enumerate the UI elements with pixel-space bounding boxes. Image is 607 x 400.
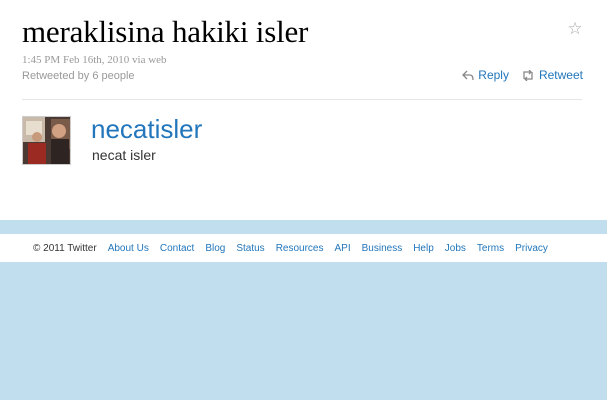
footer-link-status[interactable]: Status	[236, 243, 264, 254]
tweet-text: meraklisina hakiki isler	[22, 14, 309, 49]
footer-link-help[interactable]: Help	[413, 243, 434, 254]
copyright: © 2011 Twitter	[33, 242, 97, 254]
reply-label: Reply	[478, 68, 509, 82]
footer: © 2011 Twitter About Us Contact Blog Sta…	[0, 234, 607, 262]
footer-link-jobs[interactable]: Jobs	[445, 243, 466, 254]
footer-link-business[interactable]: Business	[362, 243, 403, 254]
divider	[22, 99, 582, 100]
reply-button[interactable]: Reply	[462, 68, 509, 82]
avatar[interactable]	[22, 116, 71, 165]
footer-link-api[interactable]: API	[335, 243, 351, 254]
retweet-label: Retweet	[538, 68, 583, 82]
footer-link-terms[interactable]: Terms	[477, 243, 504, 254]
retweet-button[interactable]: Retweet	[521, 68, 583, 82]
tweet-actions: Reply Retweet	[462, 68, 583, 82]
real-name: necat isler	[92, 147, 156, 163]
footer-link-resources[interactable]: Resources	[276, 243, 324, 254]
tweet-meta: 1:45 PM Feb 16th, 2010 via web	[22, 54, 167, 66]
favorite-star-icon[interactable]: ☆	[566, 20, 584, 38]
footer-link-privacy[interactable]: Privacy	[515, 243, 548, 254]
tweet-card: meraklisina hakiki isler ☆ 1:45 PM Feb 1…	[0, 0, 607, 220]
retweet-icon	[523, 69, 533, 81]
retweeted-by: Retweeted by 6 people	[22, 70, 135, 82]
footer-link-contact[interactable]: Contact	[160, 243, 194, 254]
screen-name-link[interactable]: necatisler	[91, 114, 202, 145]
reply-icon	[462, 70, 474, 80]
footer-spacer	[0, 220, 607, 234]
footer-link-blog[interactable]: Blog	[205, 243, 225, 254]
avatar-image	[23, 117, 70, 164]
footer-link-about-us[interactable]: About Us	[108, 243, 149, 254]
